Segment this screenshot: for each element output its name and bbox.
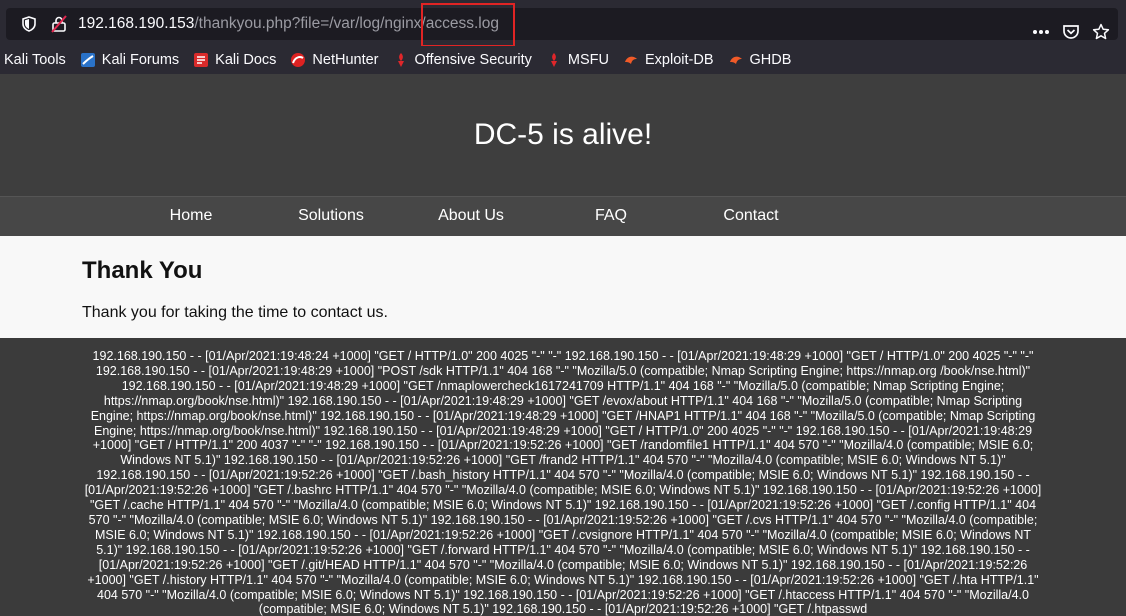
page-heading: Thank You [82,257,203,284]
msfu-icon [546,52,562,68]
nav-solutions[interactable]: Solutions [271,207,391,225]
bookmark-label: Kali Tools [4,52,66,68]
bookmark-nethunter[interactable]: NetHunter [290,52,379,68]
thank-you-message: Thank you for taking the time to contact… [82,304,388,321]
bookmark-label: Exploit-DB [645,52,714,68]
bookmark-label: Kali Docs [215,52,277,68]
url-actions [1032,16,1110,48]
kali-forums-icon [80,52,96,68]
included-log-output: 192.168.190.150 - - [01/Apr/2021:19:48:2… [0,338,1126,616]
bookmark-kali-forums[interactable]: Kali Forums [80,52,179,68]
pocket-icon[interactable] [1062,23,1080,41]
nethunter-icon [290,52,306,68]
bookmark-label: MSFU [567,52,609,68]
bookmark-label: Kali Forums [101,52,180,68]
bookmark-exploit-db[interactable]: Exploit-DB [623,52,714,68]
url-host: 192.168.190.153 [78,15,195,32]
bookmark-kali-tools[interactable]: Kali Tools [4,52,66,68]
bookmark-ghdb[interactable]: GHDB [728,52,792,68]
nav-faq[interactable]: FAQ [551,207,671,225]
site-nav: Home Solutions About Us FAQ Contact [0,197,1126,236]
bookmark-kali-docs[interactable]: Kali Docs [193,52,276,68]
bookmarks-toolbar: Kali Tools Kali Forums Kali Docs NetHunt… [0,46,1126,74]
bookmark-msfu[interactable]: MSFU [546,52,609,68]
nav-contact[interactable]: Contact [691,207,811,225]
main-content: Thank You Thank you for taking the time … [0,236,1126,338]
address-bar[interactable]: 192.168.190.153/thankyou.php?file=/var/l… [6,8,1118,40]
site-header: DC-5 is alive! [0,74,1126,197]
offsec-icon [393,52,409,68]
ghdb-icon [728,52,744,68]
exploitdb-icon [623,52,639,68]
bookmark-label: Offensive Security [414,52,532,68]
site-title: DC-5 is alive! [473,118,653,151]
insecure-connection-icon[interactable] [50,15,68,33]
browser-toolbar: 192.168.190.153/thankyou.php?file=/var/l… [0,0,1126,47]
kali-docs-icon [193,52,209,68]
access-log-text: 192.168.190.150 - - [01/Apr/2021:19:48:2… [84,349,1042,616]
nav-about-us[interactable]: About Us [411,207,531,225]
bookmark-star-icon[interactable] [1092,23,1110,41]
url-path: /thankyou.php?file=/var/log/nginx/access… [194,15,499,32]
url-text[interactable]: 192.168.190.153/thankyou.php?file=/var/l… [78,14,499,34]
bookmark-label: NetHunter [312,52,379,68]
tracking-protection-shield-icon[interactable] [21,16,37,32]
bookmark-label: GHDB [749,52,792,68]
nav-home[interactable]: Home [131,207,251,225]
bookmark-offensive-security[interactable]: Offensive Security [393,52,532,68]
more-icon[interactable] [1032,23,1050,41]
